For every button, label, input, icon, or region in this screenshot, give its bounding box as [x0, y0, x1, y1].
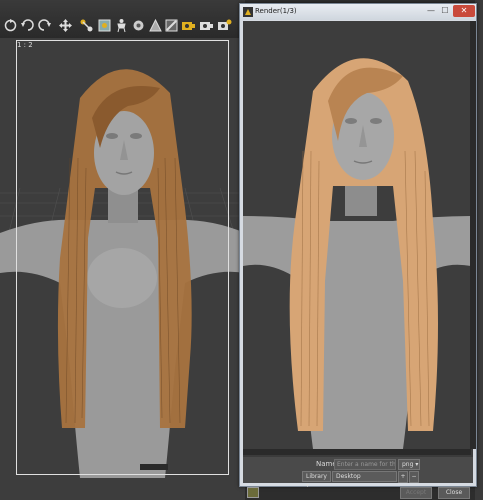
- render-camera-icon[interactable]: [181, 18, 196, 33]
- close-window-icon[interactable]: ✕: [453, 5, 475, 17]
- render-frame: [16, 40, 229, 475]
- texture-tool-icon[interactable]: [164, 18, 179, 33]
- maximize-icon[interactable]: ☐: [438, 5, 452, 17]
- minimize-icon[interactable]: —: [424, 5, 438, 17]
- close-button[interactable]: Close: [438, 487, 470, 499]
- move-tool-icon[interactable]: [58, 18, 73, 33]
- rotate-tool-icon[interactable]: [3, 18, 18, 33]
- render-window-title: Render(1/3): [255, 7, 297, 15]
- location-select[interactable]: Library ▾: [302, 471, 331, 489]
- rendered-image: [243, 21, 471, 449]
- spot-render-icon[interactable]: [199, 18, 214, 33]
- image-name-input[interactable]: Enter a name for the im: [334, 459, 396, 470]
- figure-tool-icon[interactable]: [114, 18, 129, 33]
- remove-button[interactable]: −: [409, 471, 419, 483]
- app-icon: [243, 7, 253, 17]
- viewport-tab[interactable]: [140, 464, 168, 470]
- destination-field[interactable]: Desktop: [332, 471, 397, 482]
- node-tool-icon[interactable]: [131, 18, 146, 33]
- viewport[interactable]: 1 : 2: [0, 38, 245, 500]
- redo-icon[interactable]: [37, 18, 52, 33]
- add-button[interactable]: +: [398, 471, 408, 483]
- frame-ratio-label: 1 : 2: [17, 41, 33, 49]
- toolbar: [0, 0, 245, 39]
- render-titlebar[interactable]: Render(1/3) — ☐ ✕: [240, 4, 476, 20]
- horizontal-scrollbar[interactable]: [243, 449, 471, 455]
- render-settings-icon[interactable]: [217, 18, 232, 33]
- format-select[interactable]: png ▾: [398, 459, 420, 470]
- render-scene: [243, 58, 471, 449]
- render-controls: Name Enter a name for the im png ▾ Libra…: [243, 457, 473, 499]
- vertical-scrollbar[interactable]: [470, 21, 476, 449]
- joint-tool-icon[interactable]: [79, 18, 94, 33]
- geometry-tool-icon[interactable]: [148, 18, 163, 33]
- accept-button[interactable]: Accept: [400, 487, 432, 499]
- render-body: Name Enter a name for the im png ▾ Libra…: [243, 21, 476, 499]
- undo-icon[interactable]: [20, 18, 35, 33]
- surface-tool-icon[interactable]: [97, 18, 112, 33]
- help-icon[interactable]: [247, 487, 259, 498]
- render-window: Render(1/3) — ☐ ✕ Name Enter a name for …: [239, 3, 477, 499]
